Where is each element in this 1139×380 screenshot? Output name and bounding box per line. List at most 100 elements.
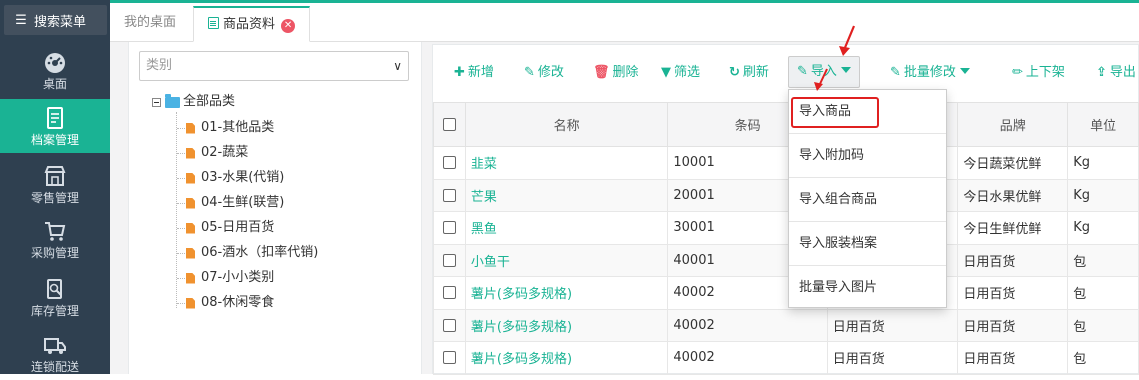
annotation-arrow-icon — [814, 68, 828, 91]
cell-brand: 今日水果优鲜 — [957, 178, 1069, 212]
row-checkbox[interactable] — [442, 253, 456, 267]
cell-name[interactable]: 芒果 — [464, 178, 669, 212]
row-select-cell[interactable] — [433, 308, 466, 342]
refresh-icon: ↻ — [729, 65, 740, 80]
tree-connector — [177, 177, 185, 179]
sidebar-item-desktop[interactable]: 桌面 — [0, 43, 110, 97]
row-checkbox[interactable] — [442, 351, 456, 365]
row-select-cell[interactable] — [433, 341, 466, 375]
tab-my-desktop[interactable]: 我的桌面 — [110, 6, 190, 42]
tree-item[interactable]: 02-蔬菜 — [177, 143, 248, 163]
tree-item[interactable]: 01-其他品类 — [177, 118, 274, 138]
row-select-cell[interactable] — [433, 211, 466, 245]
sidebar-item-archive[interactable]: 档案管理 — [0, 99, 110, 153]
cell-barcode: 40002 — [667, 308, 828, 342]
cell-unit: 包 — [1067, 341, 1139, 375]
row-checkbox[interactable] — [442, 156, 456, 170]
export-label: 导出 — [1109, 65, 1136, 80]
tab-product-info[interactable]: 商品资料 ✕ — [193, 6, 311, 42]
cell-unit: Kg — [1067, 211, 1139, 245]
import-menu-item[interactable]: 导入组合商品 — [789, 178, 946, 222]
column-header-name[interactable]: 名称 — [464, 102, 669, 147]
cell-unit: Kg — [1067, 178, 1139, 212]
filter-button[interactable]: ▼ 筛选 — [661, 58, 700, 88]
table-row[interactable]: 薯片(多码多规格) 40002 日用百货 日用百货包 — [433, 341, 1139, 375]
document-icon — [208, 17, 219, 29]
cell-brand: 日用百货 — [957, 276, 1069, 310]
cell-name[interactable]: 韭菜 — [464, 146, 669, 180]
table-row[interactable]: 薯片(多码多规格) 40002 日用百货 日用百货包 — [433, 308, 1139, 342]
row-select-cell[interactable] — [433, 243, 466, 277]
caret-down-icon — [959, 68, 970, 74]
category-select[interactable]: 类别 ∨ — [139, 51, 409, 81]
select-all-checkbox[interactable] — [442, 118, 456, 131]
cell-name[interactable]: 薯片(多码多规格) — [464, 276, 669, 310]
cell-name[interactable]: 小鱼干 — [464, 243, 669, 277]
cell-name[interactable]: 薯片(多码多规格) — [464, 308, 669, 342]
cell-unit: Kg — [1067, 146, 1139, 180]
tree-item[interactable]: 08-休闲零食 — [177, 293, 274, 313]
table-row[interactable]: 小鱼干 40001 日用百货包 — [433, 243, 1139, 277]
row-checkbox[interactable] — [442, 318, 456, 332]
export-icon: ⇪ — [1096, 65, 1107, 80]
row-checkbox[interactable] — [442, 286, 456, 300]
menu-search-button[interactable]: ☰ 搜索菜单 — [4, 5, 107, 35]
tree-item[interactable]: 05-日用百货 — [177, 218, 274, 238]
row-select-cell[interactable] — [433, 146, 466, 180]
table-header-row: 名称 条码 品牌 单位 — [433, 102, 1139, 147]
batch-edit-label: 批量修改 — [903, 65, 956, 80]
table-row[interactable]: 薯片(多码多规格) 40002 日用百货包 — [433, 276, 1139, 310]
cell-name[interactable]: 黑鱼 — [464, 211, 669, 245]
edit-button[interactable]: ✎ 修改 — [524, 58, 564, 88]
trash-icon: 🗑 — [593, 65, 610, 80]
cell-category: 日用百货 — [826, 308, 959, 342]
tree-connector — [177, 302, 185, 304]
sidebar-item-distribution[interactable]: 连锁配送 — [0, 326, 110, 380]
table-row[interactable]: 黑鱼 30001 今日生鲜优鲜 Kg — [433, 211, 1139, 245]
shelf-button[interactable]: ✏ 上下架 — [1012, 58, 1065, 88]
row-select-cell[interactable] — [433, 276, 466, 310]
sidebar-item-purchase[interactable]: 采购管理 — [0, 212, 110, 266]
edit-icon: ✎ — [797, 64, 808, 79]
import-menu-item[interactable]: 导入服装档案 — [789, 222, 946, 266]
import-menu-item[interactable]: 导入附加码 — [789, 134, 946, 178]
table-row[interactable]: 芒果 20001 今日水果优鲜 Kg — [433, 178, 1139, 212]
collapse-icon[interactable] — [152, 97, 161, 107]
sidebar-item-label: 连锁配送 — [30, 360, 79, 374]
tree-connector — [177, 227, 185, 229]
tree-connector — [177, 277, 185, 279]
row-select-cell[interactable] — [433, 178, 466, 212]
folder-open-icon — [165, 93, 180, 108]
column-header-unit[interactable]: 单位 — [1067, 102, 1139, 147]
tree-item[interactable]: 03-水果(代销) — [177, 168, 284, 188]
store-icon — [42, 164, 68, 188]
column-header-brand[interactable]: 品牌 — [957, 102, 1069, 147]
tree-root[interactable]: 全部品类 — [152, 92, 235, 112]
import-menu-item[interactable]: 批量导入图片 — [789, 266, 946, 310]
table-row[interactable]: 韭菜 10001 今日蔬菜优鲜 Kg — [433, 146, 1139, 180]
add-label: 新增 — [467, 65, 494, 80]
product-table: 名称 条码 品牌 单位 韭菜 10001 今日蔬菜优鲜 Kg 芒果 20001 今日水果优鲜… — [433, 102, 1139, 375]
row-checkbox[interactable] — [442, 188, 456, 202]
cell-name[interactable]: 薯片(多码多规格) — [464, 341, 669, 375]
export-button[interactable]: ⇪ 导出 — [1096, 58, 1136, 88]
add-button[interactable]: ✚ 新增 — [454, 58, 494, 88]
cart-icon — [42, 219, 68, 243]
tab-label: 商品资料 — [223, 17, 276, 32]
category-select-value: 类别 — [146, 58, 173, 73]
tree-item-label: 04-生鲜(联营) — [201, 195, 285, 210]
batch-edit-button[interactable]: ✎ 批量修改 — [890, 58, 970, 88]
close-icon[interactable]: ✕ — [281, 19, 296, 33]
select-all-header[interactable] — [433, 102, 466, 147]
sidebar-item-retail[interactable]: 零售管理 — [0, 157, 110, 211]
delete-button[interactable]: 🗑 删除 — [593, 58, 639, 88]
tree-item[interactable]: 06-酒水（扣率代销) — [177, 243, 318, 263]
row-checkbox[interactable] — [442, 221, 456, 235]
plus-icon: ✚ — [454, 65, 465, 80]
tree-item[interactable]: 04-生鲜(联营) — [177, 193, 284, 213]
sidebar-item-inventory[interactable]: 库存管理 — [0, 270, 110, 324]
tree-item[interactable]: 07-小小类别 — [177, 268, 274, 288]
tree-item-label: 01-其他品类 — [201, 120, 275, 135]
refresh-button[interactable]: ↻ 刷新 — [729, 58, 769, 88]
cell-brand: 日用百货 — [957, 243, 1069, 277]
